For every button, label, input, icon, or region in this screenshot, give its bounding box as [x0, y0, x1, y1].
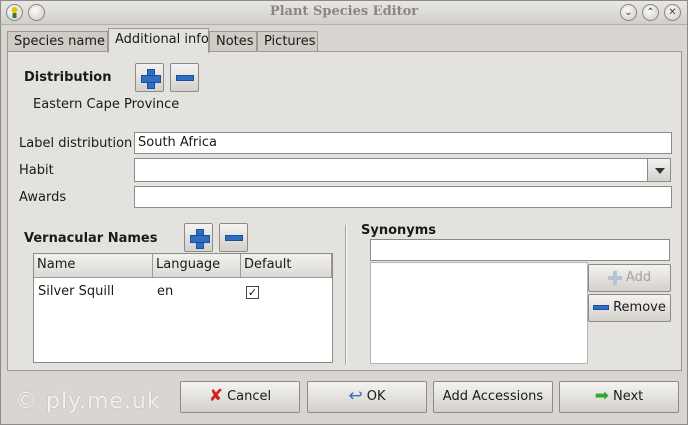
next-button[interactable]: ➡ Next: [559, 381, 679, 413]
default-checkbox[interactable]: ✓: [246, 286, 259, 299]
column-header-name[interactable]: Name: [34, 254, 153, 278]
awards-input[interactable]: [134, 186, 672, 208]
minus-icon: [176, 75, 194, 81]
add-synonym-label: Add: [625, 270, 652, 285]
plus-icon: [190, 229, 210, 249]
synonym-search-input[interactable]: [370, 239, 670, 261]
plant-species-editor-window: Plant Species Editor ⌄ ⌃ ✕ Species name …: [0, 0, 688, 425]
tab-notes[interactable]: Notes: [209, 31, 257, 52]
additional-info-panel: Distribution Eastern Cape Province Label…: [7, 51, 682, 371]
minus-icon: [593, 305, 610, 310]
minimize-icon[interactable]: ⌄: [620, 4, 637, 21]
plus-icon: [607, 270, 622, 285]
window-title: Plant Species Editor: [269, 4, 419, 19]
section-divider: [345, 225, 347, 365]
label-distribution-input[interactable]: South Africa: [134, 132, 672, 154]
column-header-language[interactable]: Language: [153, 254, 241, 278]
column-header-default[interactable]: Default: [241, 254, 332, 278]
ok-button[interactable]: ↩ OK: [307, 381, 427, 413]
cancel-button[interactable]: ✘ Cancel: [180, 381, 300, 413]
maximize-icon[interactable]: ⌃: [642, 4, 659, 21]
table-header: Name Language Default: [34, 254, 332, 278]
cancel-button-label: Cancel: [227, 389, 272, 404]
tab-pictures[interactable]: Pictures: [257, 31, 318, 52]
distribution-label: Distribution: [24, 70, 112, 85]
tab-additional-info[interactable]: Additional info: [108, 28, 209, 53]
watermark: © ply.me.uk: [15, 389, 161, 414]
add-distribution-button[interactable]: [135, 63, 164, 92]
remove-synonym-button[interactable]: Remove: [588, 294, 671, 322]
synonyms-list[interactable]: [370, 262, 588, 364]
remove-distribution-button[interactable]: [170, 63, 199, 92]
habit-label: Habit: [19, 163, 54, 178]
distribution-item[interactable]: Eastern Cape Province: [33, 97, 179, 112]
titlebar: Plant Species Editor ⌄ ⌃ ✕: [1, 1, 687, 25]
vernacular-names-table[interactable]: Name Language Default Silver Squill en ✓: [33, 253, 333, 363]
add-synonym-button[interactable]: Add: [588, 264, 671, 292]
label-distribution-label: Label distribution: [19, 136, 133, 151]
remove-vernacular-button[interactable]: [219, 223, 248, 252]
synonyms-label: Synonyms: [361, 223, 437, 238]
vernacular-name-cell[interactable]: Silver Squill: [38, 284, 114, 299]
habit-combo-input[interactable]: [134, 158, 648, 182]
ok-arrow-icon: ↩: [348, 386, 363, 406]
habit-dropdown-button[interactable]: [647, 158, 671, 182]
awards-label: Awards: [19, 190, 67, 205]
close-icon[interactable]: ✕: [664, 4, 681, 21]
chevron-down-icon: [655, 168, 665, 174]
ok-button-label: OK: [366, 389, 386, 404]
next-button-label: Next: [612, 389, 644, 404]
remove-synonym-label: Remove: [613, 300, 666, 315]
add-accessions-button[interactable]: Add Accessions: [433, 381, 553, 413]
plus-icon: [141, 69, 161, 89]
vernacular-names-label: Vernacular Names: [24, 231, 158, 246]
vernacular-language-cell[interactable]: en: [157, 284, 173, 299]
next-arrow-icon: ➡: [594, 386, 609, 406]
add-accessions-label: Add Accessions: [442, 389, 544, 404]
tab-species-name[interactable]: Species name: [7, 31, 108, 52]
cancel-x-icon: ✘: [208, 386, 224, 406]
minus-icon: [225, 235, 243, 241]
add-vernacular-button[interactable]: [184, 223, 213, 252]
